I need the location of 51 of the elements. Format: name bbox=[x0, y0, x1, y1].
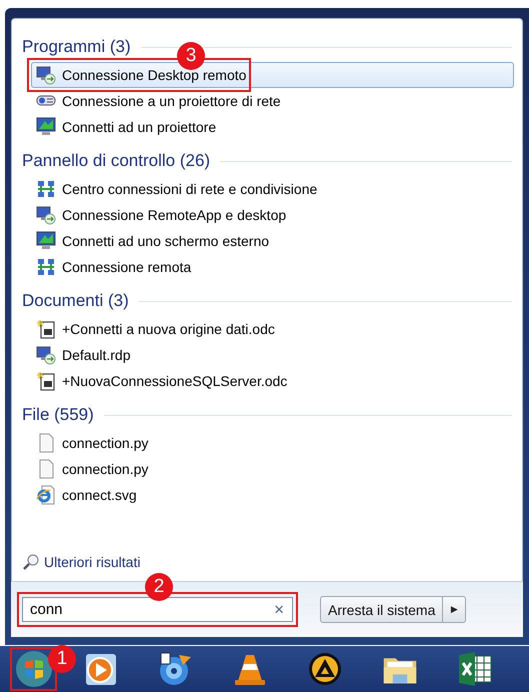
shutdown-button[interactable]: Arresta il sistema bbox=[320, 596, 444, 623]
result-label: Connessione remota bbox=[62, 259, 192, 275]
remote-desktop-icon bbox=[36, 65, 56, 85]
result-item[interactable]: connection.py bbox=[31, 430, 514, 456]
result-item[interactable]: connect.svg bbox=[31, 482, 514, 508]
document-icon bbox=[36, 371, 56, 391]
monitor-icon bbox=[36, 231, 56, 251]
more-results-link[interactable]: Ulteriori risultati bbox=[44, 554, 140, 570]
result-item[interactable]: +Connetti a nuova origine dati.odc bbox=[31, 316, 514, 342]
shutdown-options-button[interactable]: ▶ bbox=[443, 596, 466, 623]
result-label: Connetti ad uno schermo esterno bbox=[62, 233, 270, 249]
result-label: connection.py bbox=[62, 435, 148, 451]
monitor-icon bbox=[36, 117, 56, 137]
remote-desktop-icon bbox=[36, 205, 56, 225]
disc-icon[interactable] bbox=[157, 651, 193, 687]
result-item[interactable]: connection.py bbox=[31, 456, 514, 482]
result-label: connection.py bbox=[62, 461, 148, 477]
result-label: Centro connessioni di rete e condivisione bbox=[62, 181, 318, 197]
result-label: +NuovaConnessioneSQLServer.odc bbox=[62, 373, 288, 389]
result-label: Default.rdp bbox=[62, 347, 130, 363]
result-item[interactable]: Connessione a un proiettore di rete bbox=[31, 88, 514, 114]
result-item[interactable]: Connessione remota bbox=[31, 254, 514, 280]
result-label: Connessione a un proiettore di rete bbox=[62, 93, 281, 109]
search-icon bbox=[22, 553, 40, 571]
section-header: File (559) bbox=[22, 405, 94, 425]
start-orb-icon bbox=[14, 650, 52, 688]
result-item[interactable]: Centro connessioni di rete e condivisione bbox=[31, 176, 514, 202]
section-header: Programmi (3) bbox=[22, 37, 131, 57]
result-label: Connetti ad un proiettore bbox=[62, 119, 216, 135]
result-label: +Connetti a nuova origine dati.odc bbox=[62, 321, 275, 337]
result-item[interactable]: Connetti ad uno schermo esterno bbox=[31, 228, 514, 254]
result-label: Connessione RemoteApp e desktop bbox=[62, 207, 286, 223]
result-label: connect.svg bbox=[62, 487, 137, 503]
search-field[interactable]: conn × bbox=[22, 597, 293, 622]
document-icon bbox=[36, 319, 56, 339]
result-item[interactable]: Connessione RemoteApp e desktop bbox=[31, 202, 514, 228]
network-icon bbox=[36, 257, 56, 277]
triangle-logo-icon[interactable] bbox=[307, 651, 343, 687]
step-number: 3 bbox=[177, 42, 205, 70]
result-label: Connessione Desktop remoto bbox=[62, 67, 246, 83]
browser-file-icon bbox=[36, 485, 56, 505]
step-number: 1 bbox=[48, 645, 76, 673]
section-header: Pannello di controllo (26) bbox=[22, 151, 210, 171]
result-item[interactable]: Default.rdp bbox=[31, 342, 514, 368]
result-item[interactable]: Connetti ad un proiettore bbox=[31, 114, 514, 140]
section-header: Documenti (3) bbox=[22, 291, 129, 311]
clear-button[interactable]: × bbox=[266, 600, 292, 620]
spreadsheet-icon[interactable] bbox=[457, 651, 493, 687]
network-icon bbox=[36, 179, 56, 199]
remote-desktop-icon bbox=[36, 345, 56, 365]
result-item[interactable]: +NuovaConnessioneSQLServer.odc bbox=[31, 368, 514, 394]
